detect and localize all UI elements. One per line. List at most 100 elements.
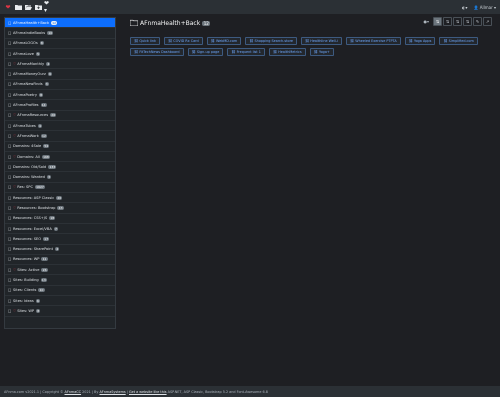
folder-icon: □ bbox=[8, 195, 12, 200]
sidebar-item[interactable]: □ AFnmaPoetry 8 bbox=[5, 90, 115, 101]
sidebar-item[interactable]: □ ♡ Sites: Active 26 bbox=[5, 265, 115, 276]
bookmark-link-label: WebMD.com bbox=[215, 39, 238, 43]
bookmark-link-label: Quick link bbox=[139, 39, 156, 43]
bookmark-link[interactable]: ⛓ HealthMetrics bbox=[268, 48, 306, 56]
bookmark-link[interactable]: ⛓ FitTechNews Dashboard bbox=[130, 48, 184, 56]
sidebar-item[interactable]: □ AFnmaIndieBooks 10 bbox=[5, 28, 115, 39]
count-badge: 168 bbox=[41, 154, 50, 159]
sidebar-item[interactable]: □ Domains: 4Sale 54 bbox=[5, 142, 115, 152]
sidebar-item[interactable]: □ Sites: Ideas 6 bbox=[5, 296, 115, 307]
sidebar-item[interactable]: □ Sites: Clients 10 bbox=[5, 286, 115, 297]
sidebar-item[interactable]: □ AFnmaNewFinds 3 bbox=[5, 80, 115, 91]
footer-company-link[interactable]: AFnmaSystems bbox=[99, 390, 125, 394]
sidebar-item-label: Sites: Building bbox=[13, 278, 39, 283]
sidebar-item[interactable]: □ ♡ AFnmaResources 26 bbox=[5, 111, 115, 121]
sidebar-item-label: AFnmaResources bbox=[17, 113, 49, 118]
sort-date-icon[interactable]: ⇅ bbox=[453, 17, 462, 26]
bookmark-link[interactable]: ⛓ Wheeled Exercise PTPTA bbox=[345, 37, 401, 45]
bookmark-link[interactable]: ⛓ Sign-up page bbox=[187, 48, 224, 56]
count-badge: 13 bbox=[40, 278, 47, 283]
user-menu[interactable]: 👤 Allmar ▾ bbox=[474, 5, 497, 10]
link-icon: ⛓ bbox=[210, 39, 215, 43]
sort-za-icon[interactable]: ⇅ bbox=[443, 17, 452, 26]
footer-cta-link[interactable]: Get a website like this bbox=[129, 390, 167, 394]
sidebar-item[interactable]: □ Sites: Building 13 bbox=[5, 275, 115, 286]
count-badge: 12 bbox=[40, 133, 48, 138]
sidebar-item[interactable]: □ ♡ AFnmaWork 12 bbox=[5, 131, 115, 142]
sidebar-item[interactable]: □ ♡ Domains: All 168 bbox=[5, 152, 115, 163]
heart-icon[interactable]: ❤ bbox=[4, 3, 12, 11]
heart-dropdown-icon[interactable]: ❤▾ bbox=[44, 0, 52, 14]
folder-icon: □ bbox=[8, 164, 12, 169]
sort-az-icon[interactable]: ⇅ bbox=[433, 17, 442, 26]
footer-author-link[interactable]: AFnmaCC bbox=[65, 390, 82, 394]
sidebar-item[interactable]: □ ♡ AFnmaMonthly 4 bbox=[5, 59, 115, 70]
count-badge: 3 bbox=[44, 82, 49, 87]
theme-icon[interactable]: ◐▾ bbox=[462, 5, 468, 10]
sidebar-item[interactable]: □ AFnmaLOGOs 8 bbox=[5, 39, 115, 49]
sidebar-item[interactable]: □ AFnmaTubes 4 bbox=[5, 121, 115, 132]
sidebar-item[interactable]: □ Resources: WP 11 bbox=[5, 255, 115, 266]
bookmark-link[interactable]: ⛓ WebMD.com bbox=[206, 37, 242, 45]
top-navbar: ❤ ❤▾ ◐▾ 👤 Allmar ▾ bbox=[0, 0, 500, 14]
folder-icon: □ bbox=[8, 103, 12, 108]
sidebar-item-label: Sites: WP bbox=[17, 308, 35, 313]
footer-year: 2021 | By bbox=[82, 389, 99, 394]
bookmark-link[interactable]: ⛓ Quick link bbox=[130, 37, 160, 45]
folder-icon: □ bbox=[8, 72, 12, 77]
link-icon: ⛓ bbox=[167, 39, 173, 43]
sidebar-item[interactable]: □ ♡ Sites: WP 8 bbox=[5, 306, 115, 317]
sidebar-item[interactable]: □ Resources: SEO 17 bbox=[5, 234, 115, 245]
sidebar-item[interactable]: □ ♡ Res: SPC 1627 bbox=[5, 183, 115, 194]
bookmark-link[interactable]: ⛓ COVID Rx Card bbox=[163, 37, 203, 45]
heart-icon: ♡ bbox=[13, 133, 17, 138]
link-icon: ⛓ bbox=[408, 39, 413, 43]
link-icon: ⛓ bbox=[443, 39, 448, 43]
folder-plus-icon[interactable] bbox=[34, 3, 42, 11]
bookmark-link[interactable]: ⛓ Simplified.com bbox=[439, 37, 478, 45]
bookmark-link[interactable]: ⛓ Yoga+ bbox=[309, 48, 334, 56]
sidebar-item[interactable]: □ AFnmaProfiles 14 bbox=[5, 100, 115, 111]
folder-icon: □ bbox=[8, 247, 12, 252]
count-badge: 10 bbox=[38, 288, 45, 293]
folder-icon: □ bbox=[8, 185, 12, 190]
edit-icon[interactable]: ✎ bbox=[473, 17, 482, 26]
bookmark-link[interactable]: ⛓ Shopping Search-store bbox=[245, 37, 297, 45]
folder-open-icon[interactable] bbox=[24, 3, 32, 11]
sidebar-item-label: Domains: 4Sale bbox=[13, 144, 42, 149]
sidebar-item[interactable]: □ AFnmaLove 5 bbox=[5, 49, 115, 60]
sidebar-item[interactable]: □ Resources: ASP Classic 26 bbox=[5, 193, 115, 204]
count-badge: 133 bbox=[48, 164, 57, 169]
sidebar-item[interactable]: □ ♡ Resources: Bootstrap 43 bbox=[5, 203, 115, 214]
sidebar-item[interactable]: □ Resources: Excel/VBA 7 bbox=[5, 224, 115, 235]
color-toggle-icon[interactable]: ●▾ bbox=[424, 19, 430, 24]
sidebar-item[interactable]: □ Domains: Wanted 3 bbox=[5, 172, 115, 183]
sidebar-item[interactable]: □ Resources: CSS+JS 18 bbox=[5, 214, 115, 224]
bookmark-link-label: FitTechNews Dashboard bbox=[139, 50, 180, 54]
sidebar-item[interactable]: □ AFnmaHealth+Back 12 bbox=[5, 18, 115, 29]
folder-icon: □ bbox=[8, 61, 12, 66]
count-badge: 4 bbox=[37, 123, 43, 128]
count-badge: 43 bbox=[57, 205, 64, 210]
nav-user-area: ◐▾ 👤 Allmar ▾ bbox=[462, 5, 496, 10]
sidebar-item[interactable]: □ Domains: Old/Sold 133 bbox=[5, 162, 115, 173]
count-badge: 10 bbox=[47, 30, 54, 35]
count-badge: 17 bbox=[43, 236, 50, 241]
bookmark-link[interactable]: ⛓ Frequent list 1 bbox=[227, 48, 265, 56]
bookmark-links: ⛓ Quick link ⛓ COVID Rx Card ⛓ WebMD.com ⛓ Shop… bbox=[130, 37, 490, 56]
bookmark-link[interactable]: ⛓ Healthline Well-i bbox=[300, 37, 342, 45]
sort-date-desc-icon[interactable]: ⇅ bbox=[463, 17, 472, 26]
bookmark-link[interactable]: ⛓ Yoga Apps bbox=[404, 37, 436, 45]
sidebar-item[interactable]: □ AFnmaMoneyOurz 6 bbox=[5, 69, 115, 80]
folder-icon[interactable] bbox=[14, 3, 22, 11]
external-icon[interactable]: ↗ bbox=[483, 17, 492, 26]
heart-icon: ♡ bbox=[13, 267, 17, 272]
user-name: Allmar bbox=[479, 4, 493, 10]
sidebar-item[interactable]: □ Resources: SharePoint 4 bbox=[5, 245, 115, 255]
count-badge: 54 bbox=[43, 144, 50, 149]
count-badge: 12 bbox=[51, 20, 58, 25]
count-badge: 26 bbox=[56, 195, 63, 200]
heart-icon: ♡ bbox=[13, 185, 17, 190]
count-badge: 8 bbox=[39, 41, 44, 46]
folder-icon: □ bbox=[8, 41, 12, 46]
